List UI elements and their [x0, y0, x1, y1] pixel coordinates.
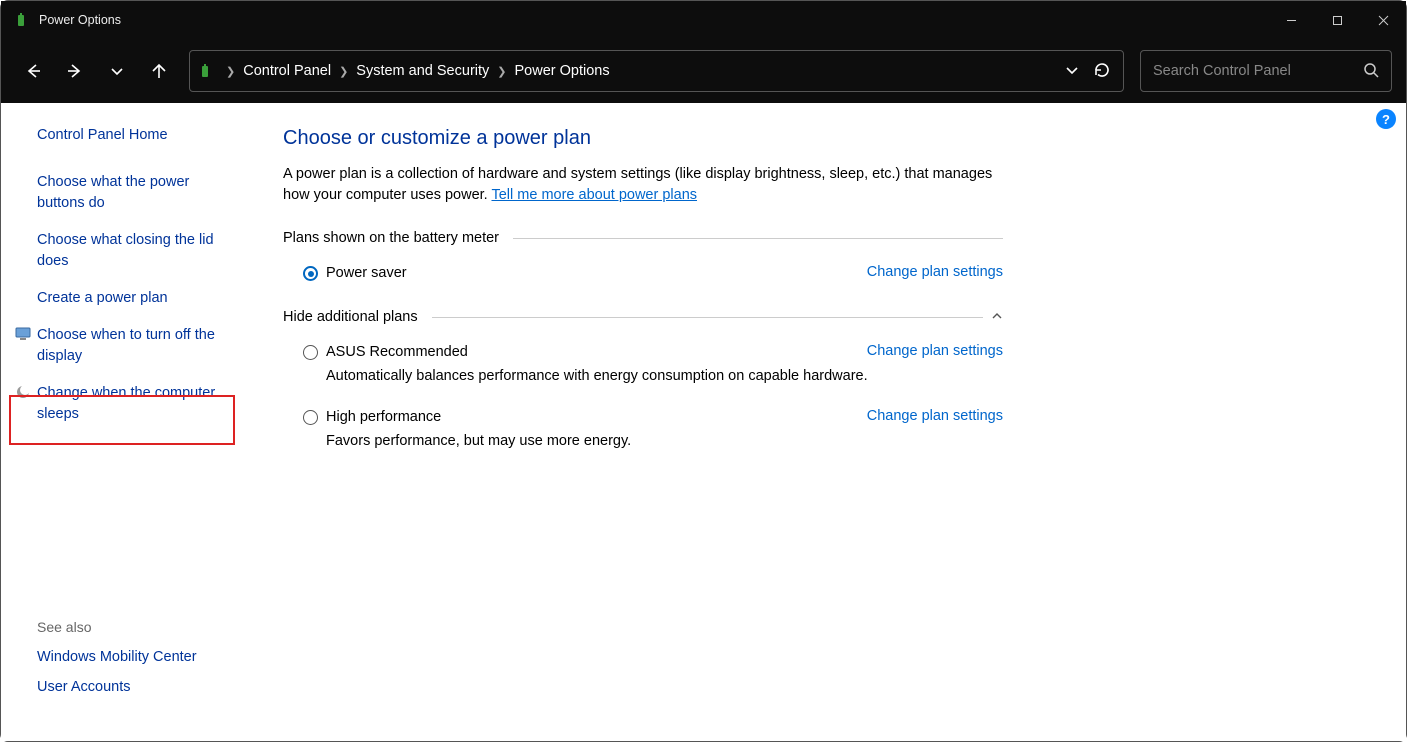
plan-asus-desc: Automatically balances performance with …: [283, 368, 1003, 384]
link-tell-me-more[interactable]: Tell me more about power plans: [491, 187, 697, 203]
radio-power-saver[interactable]: [303, 266, 318, 281]
breadcrumb-control-panel[interactable]: Control Panel: [237, 63, 337, 79]
link-create-plan[interactable]: Create a power plan: [37, 288, 237, 309]
main-content: ? Choose or customize a power plan A pow…: [249, 103, 1406, 741]
section-battery-plans: Plans shown on the battery meter: [283, 230, 1003, 246]
monitor-icon: [15, 326, 31, 342]
link-change-settings-highperf[interactable]: Change plan settings: [867, 408, 1003, 424]
forward-button[interactable]: [57, 53, 93, 89]
section-additional-plans[interactable]: Hide additional plans: [283, 309, 1003, 325]
search-input[interactable]: [1153, 63, 1363, 79]
link-computer-sleeps-label: Change when the computer sleeps: [37, 385, 215, 422]
link-computer-sleeps[interactable]: Change when the computer sleeps: [37, 383, 237, 425]
address-bar[interactable]: ❯ Control Panel ❯ System and Security ❯ …: [189, 50, 1124, 92]
battery-icon: [198, 64, 216, 78]
link-user-accounts[interactable]: User Accounts: [37, 679, 237, 695]
chevron-right-icon[interactable]: ❯: [224, 65, 237, 78]
link-power-buttons[interactable]: Choose what the power buttons do: [37, 172, 237, 214]
chevron-right-icon[interactable]: ❯: [337, 65, 350, 78]
close-button[interactable]: [1360, 1, 1406, 39]
search-icon[interactable]: [1363, 62, 1379, 81]
chevron-right-icon[interactable]: ❯: [495, 65, 508, 78]
link-mobility-center[interactable]: Windows Mobility Center: [37, 649, 237, 665]
link-control-panel-home[interactable]: Control Panel Home: [37, 125, 237, 146]
link-change-settings-power-saver[interactable]: Change plan settings: [867, 264, 1003, 280]
page-description: A power plan is a collection of hardware…: [283, 164, 1003, 206]
help-button[interactable]: ?: [1376, 109, 1396, 129]
refresh-button[interactable]: [1093, 61, 1111, 82]
sidebar: Control Panel Home Choose what the power…: [1, 103, 249, 741]
see-also-heading: See also: [37, 619, 237, 635]
link-turn-off-display[interactable]: Choose when to turn off the display: [37, 325, 237, 367]
chevron-down-icon[interactable]: [1065, 63, 1079, 80]
radio-asus-recommended[interactable]: [303, 345, 318, 360]
plan-power-saver-label: Power saver: [326, 265, 407, 281]
up-button[interactable]: [141, 53, 177, 89]
navbar: ❯ Control Panel ❯ System and Security ❯ …: [1, 39, 1406, 103]
recent-locations-button[interactable]: [99, 53, 135, 89]
battery-icon: [13, 12, 29, 28]
plan-highperf-desc: Favors performance, but may use more ene…: [283, 433, 1003, 449]
page-title: Choose or customize a power plan: [283, 127, 1003, 150]
radio-high-performance[interactable]: [303, 410, 318, 425]
window-title: Power Options: [39, 13, 121, 27]
breadcrumb-power-options[interactable]: Power Options: [509, 63, 616, 79]
search-box[interactable]: [1140, 50, 1392, 92]
breadcrumb-system-security[interactable]: System and Security: [350, 63, 495, 79]
link-change-settings-asus[interactable]: Change plan settings: [867, 343, 1003, 359]
link-turn-off-display-label: Choose when to turn off the display: [37, 327, 215, 364]
plan-highperf-label: High performance: [326, 409, 441, 425]
link-closing-lid[interactable]: Choose what closing the lid does: [37, 230, 237, 272]
chevron-up-icon[interactable]: [991, 310, 1003, 325]
moon-icon: [15, 384, 31, 400]
back-button[interactable]: [15, 53, 51, 89]
maximize-button[interactable]: [1314, 1, 1360, 39]
plan-asus-label: ASUS Recommended: [326, 344, 468, 360]
minimize-button[interactable]: [1268, 1, 1314, 39]
titlebar: Power Options: [1, 1, 1406, 39]
